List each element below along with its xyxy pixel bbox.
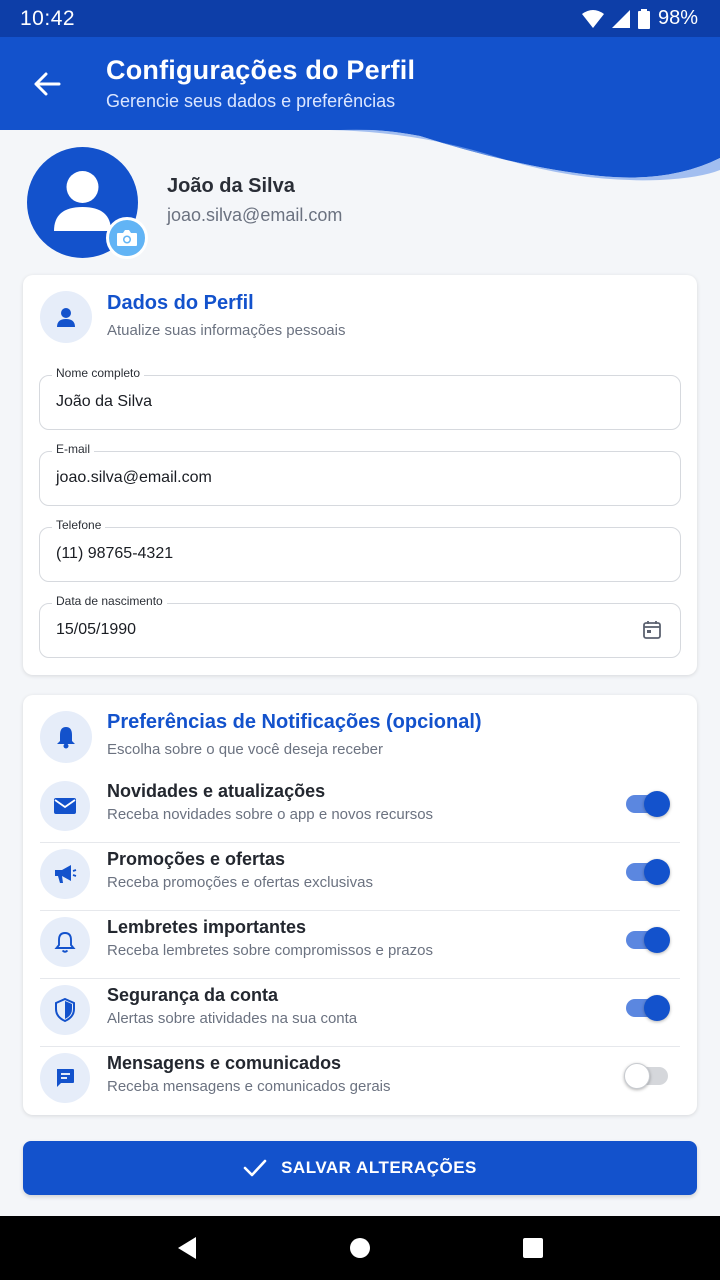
check-icon [243, 1159, 267, 1177]
field-label: Telefone [52, 518, 106, 532]
field-label: E-mail [52, 442, 95, 456]
notification-title: Novidades e atualizações [107, 781, 326, 801]
battery-level: 98% [657, 7, 698, 29]
status-bar: 10:42 98% [0, 0, 720, 37]
toggle-news[interactable] [626, 789, 670, 819]
system-navigation-bar [0, 1216, 720, 1280]
notification-item-news: Novidades e atualizações Receba novidade… [40, 775, 680, 843]
page-subtitle: Gerencie seus dados e preferências [106, 91, 396, 111]
field-value: (11) 98765-4321 [56, 545, 174, 562]
phone-field[interactable]: Telefone (11) 98765-4321 [39, 518, 681, 582]
section-title: Preferências de Notificações (opcional) [107, 711, 482, 733]
nav-recents-button[interactable] [511, 1226, 555, 1270]
notification-item-reminders: Lembretes importantes Receba lembretes s… [40, 911, 680, 979]
profile-name: João da Silva [167, 175, 295, 197]
nav-back-button[interactable] [165, 1226, 209, 1270]
toggle-reminders[interactable] [626, 925, 670, 955]
triangle-back-icon [177, 1237, 196, 1259]
home-circle-icon [349, 1238, 370, 1258]
change-photo-button[interactable] [106, 217, 148, 259]
shield-icon [40, 985, 90, 1035]
back-button[interactable] [28, 65, 66, 103]
profile-data-card: Dados do Perfil Atualize suas informaçõe… [23, 275, 697, 675]
mail-icon [40, 781, 90, 831]
person-icon [57, 308, 75, 327]
notification-title: Promoções e ofertas [107, 849, 286, 869]
nav-home-button[interactable] [338, 1226, 382, 1270]
notification-title: Mensagens e comunicados [107, 1053, 342, 1073]
notification-description: Receba mensagens e comunicados gerais [107, 1078, 391, 1095]
save-button[interactable]: SALVAR ALTERAÇÕES [23, 1141, 697, 1195]
camera-icon [117, 230, 137, 246]
field-label: Data de nascimento [52, 594, 167, 608]
toggle-security[interactable] [626, 993, 670, 1023]
recents-square-icon [523, 1238, 544, 1258]
status-time: 10:42 [20, 6, 76, 30]
notification-item-messages: Mensagens e comunicados Receba mensagens… [40, 1047, 680, 1115]
profile-email: joao.silva@email.com [167, 205, 343, 225]
email-field[interactable]: E-mail joao.silva@email.com [39, 442, 681, 506]
notification-item-security: Segurança da conta Alertas sobre ativida… [40, 979, 680, 1047]
field-label: Nome completo [52, 366, 145, 380]
section-icon-profile [40, 291, 92, 343]
full-name-field[interactable]: Nome completo João da Silva [39, 366, 681, 430]
notification-preferences-card: Preferências de Notificações (opcional) … [23, 695, 697, 1115]
wifi-icon [581, 9, 604, 28]
signal-icon [611, 9, 630, 28]
save-button-label: SALVAR ALTERAÇÕES [281, 1158, 477, 1177]
section-subtitle: Escolha sobre o que você deseja receber [107, 741, 384, 758]
message-icon [40, 1053, 90, 1103]
status-icons: 98% [581, 7, 698, 30]
arrow-back-icon [34, 72, 61, 96]
app-bar: Configurações do Perfil Gerencie seus da… [0, 37, 720, 130]
notification-description: Receba promoções e ofertas exclusivas [107, 874, 373, 891]
field-value: 15/05/1990 [56, 621, 137, 638]
notification-title: Segurança da conta [107, 985, 279, 1005]
page-title: Configurações do Perfil [106, 55, 416, 85]
notification-title: Lembretes importantes [107, 917, 307, 937]
battery-icon [637, 8, 650, 29]
field-value: joao.silva@email.com [56, 469, 212, 486]
calendar-icon[interactable] [642, 620, 662, 645]
toggle-messages[interactable] [624, 1061, 670, 1091]
toggle-promotions[interactable] [626, 857, 670, 887]
bell-outline-icon [40, 917, 90, 967]
field-value: João da Silva [56, 393, 153, 410]
bell-icon [57, 727, 75, 749]
megaphone-icon [40, 849, 90, 899]
section-icon-notifications [40, 711, 92, 763]
notification-item-promotions: Promoções e ofertas Receba promoções e o… [40, 843, 680, 911]
notification-description: Receba lembretes sobre compromissos e pr… [107, 942, 433, 959]
birth-date-field[interactable]: Data de nascimento 15/05/1990 [39, 594, 681, 658]
notification-description: Alertas sobre atividades na sua conta [107, 1010, 358, 1027]
section-subtitle: Atualize suas informações pessoais [107, 322, 346, 339]
section-title: Dados do Perfil [107, 292, 254, 314]
notification-description: Receba novidades sobre o app e novos rec… [107, 806, 434, 823]
